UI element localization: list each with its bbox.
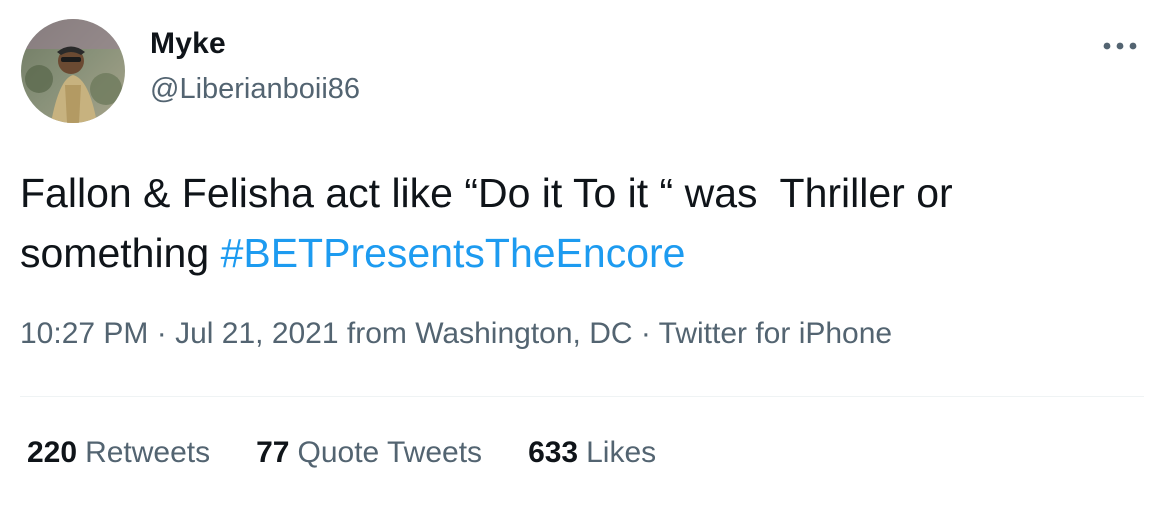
quote-tweets-stat[interactable]: 77 Quote Tweets bbox=[256, 436, 482, 470]
meta-separator-2: · bbox=[632, 317, 659, 350]
meta-separator: · bbox=[148, 317, 176, 350]
display-name[interactable]: Myke bbox=[150, 27, 226, 61]
retweets-stat[interactable]: 220 Retweets bbox=[27, 436, 210, 470]
more-options-button[interactable] bbox=[1096, 28, 1144, 64]
tweet-time[interactable]: 10:27 PM bbox=[20, 317, 148, 350]
tweet-metadata: 10:27 PM · Jul 21, 2021 from Washington,… bbox=[20, 317, 892, 351]
user-handle[interactable]: @Liberianboii86 bbox=[150, 73, 360, 106]
tweet-text-line1: Fallon & Felisha act like “Do it To it “… bbox=[20, 170, 953, 216]
avatar[interactable] bbox=[21, 19, 125, 123]
more-horizontal-icon bbox=[1103, 42, 1137, 50]
retweets-count: 220 bbox=[27, 436, 78, 469]
likes-label: Likes bbox=[586, 436, 657, 469]
engagement-stats: 220 Retweets 77 Quote Tweets 633 Likes bbox=[27, 436, 702, 470]
quote-tweets-label: Quote Tweets bbox=[297, 436, 483, 469]
likes-stat[interactable]: 633 Likes bbox=[528, 436, 656, 470]
hashtag-link[interactable]: #BETPresentsTheEncore bbox=[221, 230, 686, 276]
avatar-image bbox=[21, 19, 125, 123]
tweet-date[interactable]: Jul 21, 2021 bbox=[175, 317, 338, 350]
likes-count: 633 bbox=[528, 436, 579, 469]
tweet-location[interactable]: Washington, DC bbox=[415, 317, 632, 350]
tweet-text-line2: something bbox=[20, 230, 221, 276]
tweet-source[interactable]: Twitter for iPhone bbox=[659, 317, 892, 350]
tweet-text: Fallon & Felisha act like “Do it To it “… bbox=[20, 163, 1140, 283]
location-prefix: from bbox=[338, 317, 416, 350]
quote-tweets-count: 77 bbox=[256, 436, 290, 469]
tweet-card: Myke @Liberianboii86 Fallon & Felisha ac… bbox=[0, 0, 1168, 508]
retweets-label: Retweets bbox=[85, 436, 211, 469]
divider bbox=[20, 396, 1144, 397]
